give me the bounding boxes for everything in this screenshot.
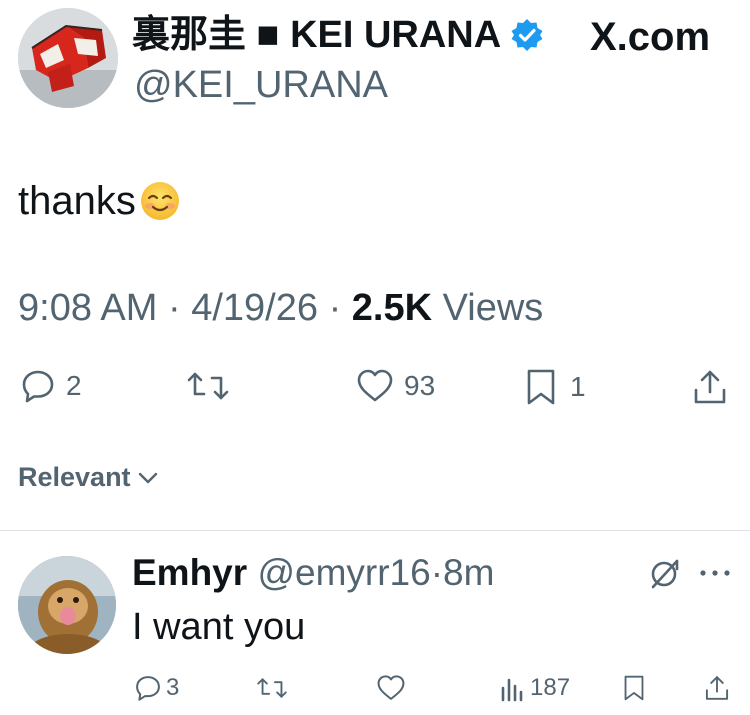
author-handle[interactable]: @KEI_URANA	[134, 62, 388, 108]
author-name-text: 裏那圭 ■ KEI URANA	[132, 14, 502, 56]
reply-views-count: 187	[530, 674, 571, 701]
reply-avatar[interactable]	[18, 556, 116, 654]
reply-separator: ·	[430, 552, 444, 593]
retweet-button[interactable]	[186, 368, 230, 404]
sort-selector[interactable]: Relevant	[18, 462, 159, 493]
views-label: Views	[442, 287, 544, 329]
more-button[interactable]	[698, 566, 732, 584]
x-logo-icon: X.com	[590, 15, 711, 59]
grok-button[interactable]	[648, 556, 680, 595]
views-count: 2.5K	[351, 287, 433, 329]
reply-reply-count: 3	[166, 674, 180, 701]
reply-age[interactable]: 8m	[443, 552, 494, 593]
smile-emoji-icon	[138, 179, 182, 223]
bookmark-icon	[527, 369, 555, 405]
reply-icon	[136, 676, 160, 701]
sort-label: Relevant	[18, 462, 131, 492]
share-icon	[694, 370, 726, 404]
more-icon	[700, 570, 730, 576]
bookmark-button[interactable]: 1	[524, 368, 586, 406]
divider	[0, 530, 750, 531]
reply-retweet-button[interactable]	[256, 674, 288, 702]
reply-author-handle[interactable]: @emyrr16	[257, 552, 430, 593]
tweet-meta: 9:08 AM · 4/19/26 · 2.5K Views	[18, 284, 543, 332]
like-icon	[357, 369, 393, 402]
tweet-date[interactable]: 4/19/26	[191, 287, 318, 329]
reply-header: Emhyr @emyrr16·8m	[132, 550, 494, 596]
reply-like-button[interactable]	[376, 674, 406, 702]
reply-icon	[22, 370, 54, 403]
tweet-text: thanks	[18, 176, 182, 226]
grok-icon	[651, 559, 679, 589]
retweet-icon	[257, 678, 287, 698]
author-avatar[interactable]	[18, 8, 118, 108]
reply-button[interactable]: 2	[20, 368, 82, 404]
author-display-name[interactable]: 裏那圭 ■ KEI URANA	[132, 12, 545, 58]
share-icon	[705, 676, 729, 700]
reply-reply-button[interactable]: 3	[134, 674, 179, 702]
tweet-text-content: thanks	[18, 179, 136, 223]
reply-views-button[interactable]: 187	[500, 674, 570, 702]
bookmark-icon	[624, 675, 644, 701]
like-button[interactable]: 93	[356, 368, 435, 404]
like-icon	[377, 675, 405, 700]
share-button[interactable]	[692, 368, 728, 406]
reply-share-button[interactable]	[704, 674, 730, 702]
reply-text: I want you	[132, 606, 306, 648]
chevron-down-icon	[138, 472, 157, 483]
views-icon	[501, 678, 523, 702]
like-count: 93	[404, 370, 436, 401]
reply-author-name[interactable]: Emhyr	[132, 552, 247, 593]
reply-bookmark-button[interactable]	[622, 674, 646, 702]
verified-badge-icon	[509, 17, 545, 53]
tweet-time[interactable]: 9:08 AM	[18, 287, 157, 329]
meta-separator: ·	[167, 287, 181, 329]
meta-separator: ·	[328, 287, 342, 329]
reply-count: 2	[66, 370, 82, 401]
bookmark-count: 1	[570, 371, 586, 402]
retweet-icon	[187, 372, 229, 400]
